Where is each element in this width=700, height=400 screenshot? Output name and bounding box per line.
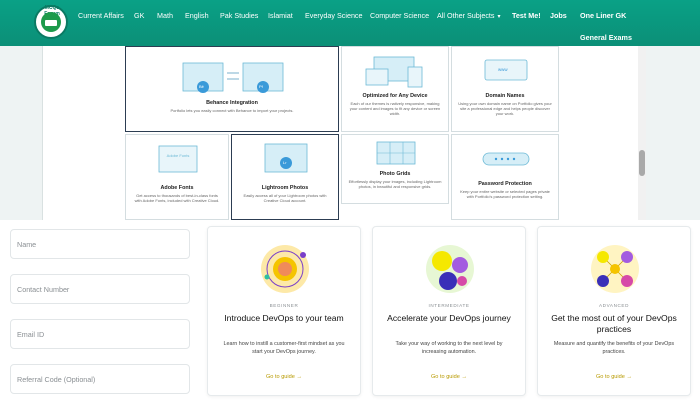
guide-desc: Take your way of working to the next lev…: [395, 341, 503, 355]
feature-title: Adobe Fonts: [160, 185, 194, 191]
name-input[interactable]: [11, 230, 189, 258]
nav-general-exams[interactable]: General Exams: [580, 33, 632, 42]
feature-desc: Using your own domain name on Portfolio …: [458, 101, 552, 117]
feature-title: Photo Grids: [379, 171, 411, 177]
feature-image: Bē Pf Behance Integration Portfolio lets…: [42, 46, 646, 220]
feature-domain-names: www Domain Names Using your own domain n…: [451, 46, 559, 132]
guide-desc: Measure and quantify the benefits of you…: [553, 341, 675, 355]
guide-desc: Learn how to instill a customer-first mi…: [223, 341, 345, 355]
guide-title: Introduce DevOps to your team: [224, 313, 344, 323]
nav-all-other-subjects-label: All Other Subjects: [437, 11, 495, 20]
nav-all-other-subjects[interactable]: All Other Subjects ▾: [437, 11, 501, 20]
photo-grid-icon: [376, 141, 416, 165]
feature-lightroom: Lr Lightroom Photos Easily access all of…: [231, 134, 339, 220]
nav-english[interactable]: English: [185, 11, 209, 20]
behance-badge: Bē: [199, 84, 204, 89]
guide-card-advanced: ADVANCED Get the most out of your DevOps…: [537, 226, 691, 396]
name-field[interactable]: [10, 229, 190, 259]
referral-code-input[interactable]: [11, 365, 189, 393]
feature-title: Behance Integration: [206, 100, 258, 106]
referral-code-field[interactable]: [10, 364, 190, 394]
feature-password-protection: Password Protection Keep your entire web…: [451, 134, 559, 220]
portfolio-badge: Pf: [259, 84, 263, 89]
feature-any-device: Optimized for Any Device Each of our the…: [341, 46, 449, 132]
book-icon: [45, 20, 57, 26]
beginner-illustration: [261, 245, 309, 293]
lock-icon: [482, 152, 530, 166]
lightroom-illustration: [264, 143, 308, 173]
top-navbar: MCQs Forum Current Affairs GK Math Engli…: [0, 0, 700, 46]
nav-pak-studies[interactable]: Pak Studies: [220, 11, 258, 20]
advanced-illustration: [591, 245, 639, 293]
guide-level: BEGINNER: [269, 303, 299, 308]
nav-computer-science[interactable]: Computer Science: [370, 11, 429, 20]
nav-jobs[interactable]: Jobs: [550, 11, 567, 20]
devices-illustration: [365, 56, 423, 88]
contact-number-field[interactable]: [10, 274, 190, 304]
feature-desc: Keep your entire website or selected pag…: [460, 189, 550, 200]
feature-behance: Bē Pf Behance Integration Portfolio lets…: [125, 46, 339, 132]
nav-gk[interactable]: GK: [134, 11, 144, 20]
guide-card-intermediate: INTERMEDIATE Accelerate your DevOps jour…: [372, 226, 526, 396]
contact-number-input[interactable]: [11, 275, 189, 303]
nav-current-affairs[interactable]: Current Affairs: [78, 11, 124, 20]
site-logo[interactable]: MCQs Forum: [34, 5, 68, 39]
nav-everyday-science[interactable]: Everyday Science: [305, 11, 363, 20]
feature-title: Password Protection: [478, 181, 532, 187]
guide-level: ADVANCED: [599, 303, 629, 308]
feature-title: Domain Names: [485, 93, 525, 99]
feature-desc: Easily access all of your Lightroom phot…: [243, 193, 327, 204]
adobe-fonts-illustration: [158, 145, 198, 173]
feature-title: Lightroom Photos: [261, 185, 309, 191]
guide-card-beginner: BEGINNER Introduce DevOps to your team L…: [207, 226, 361, 396]
feature-photo-grids: Photo Grids Effortlessly display your im…: [341, 134, 449, 204]
feature-desc: Get access to thousands of best-in-class…: [134, 193, 220, 204]
nav-one-liner-gk[interactable]: One Liner GK: [580, 11, 626, 20]
nav-math[interactable]: Math: [157, 11, 173, 20]
chevron-down-icon: ▾: [497, 14, 501, 20]
behance-illustration: [182, 62, 284, 93]
go-to-guide-link[interactable]: Go to guide →: [208, 374, 360, 380]
go-to-guide-link[interactable]: Go to guide →: [373, 374, 525, 380]
adobe-fonts-badge: Adobe Fonts: [166, 153, 190, 158]
feature-desc: Each of our themes is natively responsiv…: [349, 101, 441, 117]
email-input[interactable]: [11, 320, 189, 348]
email-field[interactable]: [10, 319, 190, 349]
guide-title: Get the most out of your DevOps practice…: [551, 313, 677, 334]
intermediate-illustration: [426, 245, 474, 293]
lightroom-badge: Lr: [283, 160, 287, 165]
feature-desc: Portfolio lets you easily connect with B…: [170, 108, 294, 113]
nav-islamiat[interactable]: Islamiat: [268, 11, 293, 20]
guide-level: INTERMEDIATE: [428, 303, 470, 308]
nav-test-me[interactable]: Test Me!: [512, 11, 541, 20]
feature-adobe-fonts: Adobe Fonts Adobe Fonts Get access to th…: [125, 134, 229, 220]
feature-desc: Effortlessly display your images, includ…: [348, 179, 442, 190]
guide-title: Accelerate your DevOps journey: [387, 313, 511, 323]
image-scrollbar[interactable]: [638, 46, 646, 220]
go-to-guide-link[interactable]: Go to guide →: [538, 374, 690, 380]
www-badge: www: [498, 67, 508, 72]
scrollbar-thumb[interactable]: [639, 150, 645, 176]
feature-title: Optimized for Any Device: [362, 93, 428, 99]
